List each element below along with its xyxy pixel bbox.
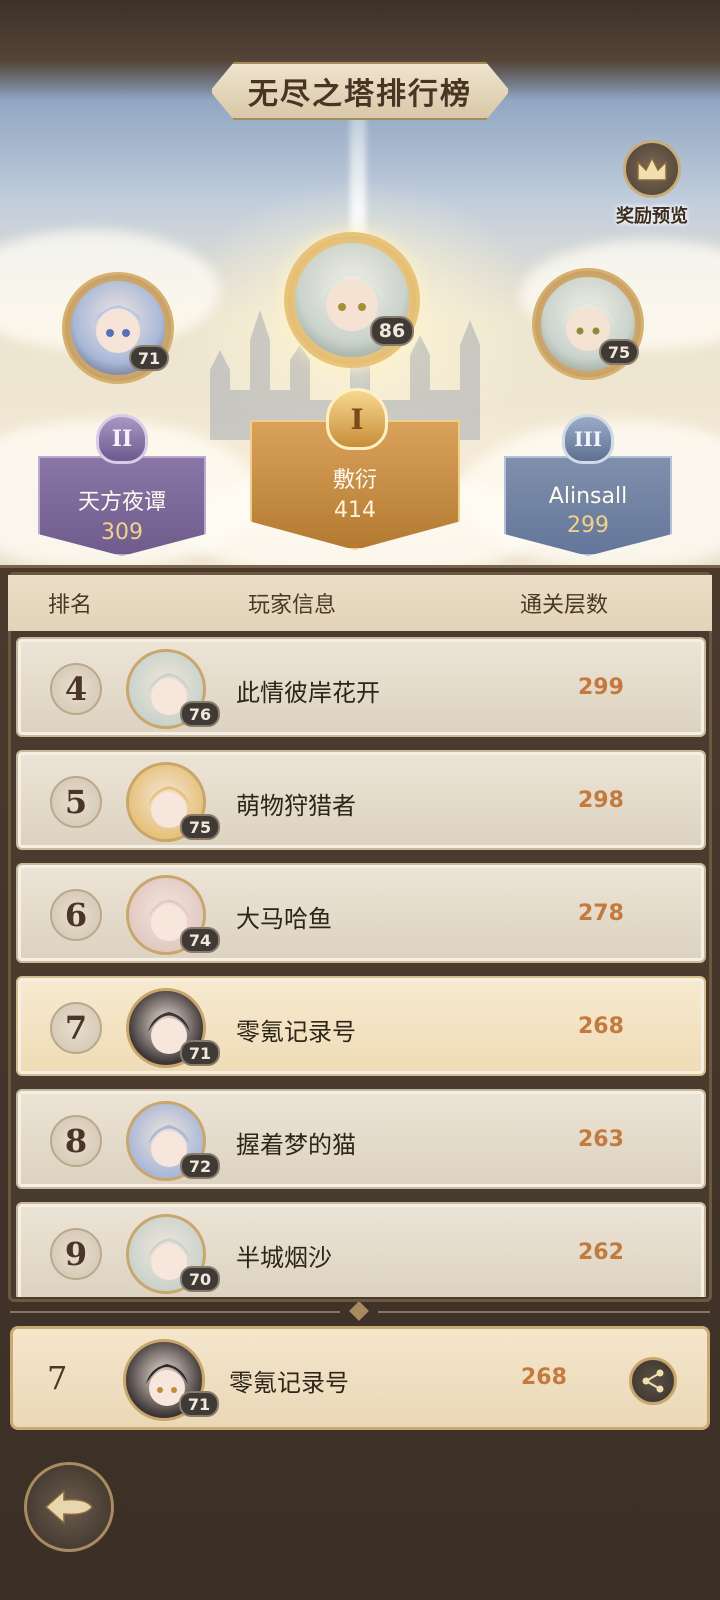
rank-medal: 6	[50, 889, 102, 941]
podium-level-1: 86	[370, 316, 414, 346]
back-button[interactable]	[24, 1462, 114, 1552]
share-button[interactable]	[629, 1357, 677, 1405]
podium-level-3: 75	[599, 339, 639, 365]
rank-emblem-1: I	[326, 388, 388, 450]
table-row[interactable]: 4 76 此情彼岸花开 299	[16, 637, 706, 737]
floor-count: 299	[578, 675, 624, 700]
player-name: 此情彼岸花开	[236, 679, 380, 707]
reward-preview-button[interactable]: 奖励预览	[610, 140, 694, 230]
podium-name-2: 天方夜谭	[77, 490, 166, 515]
section-divider	[10, 1302, 710, 1321]
reward-preview-label: 奖励预览	[616, 206, 688, 227]
rank-number: 7	[64, 1009, 88, 1047]
player-level: 75	[180, 814, 220, 840]
podium-name-3: Alinsall	[548, 484, 628, 509]
page-title: 无尽之塔排行榜	[248, 77, 472, 112]
share-icon	[642, 1369, 664, 1393]
my-level: 71	[179, 1391, 219, 1417]
rank-medal: 7	[50, 1002, 102, 1054]
rank-emblem-2: II	[96, 414, 148, 464]
table-row[interactable]: 5 75 萌物狩猎者 298	[16, 750, 706, 850]
player-level: 72	[180, 1153, 220, 1179]
podium-avatar-2[interactable]: 71	[62, 272, 174, 384]
podium-score-3: 299	[567, 513, 609, 538]
floor-count: 268	[578, 1014, 624, 1039]
floor-count: 262	[578, 1240, 624, 1265]
player-name: 半城烟沙	[236, 1244, 332, 1272]
header-floors: 通关层数	[520, 593, 609, 618]
my-rank-row: 7 71 零氪记录号 268	[10, 1326, 710, 1430]
player-level: 76	[180, 701, 220, 727]
rank-number: 9	[64, 1235, 88, 1273]
floor-count: 298	[578, 788, 624, 813]
rank-medal: 8	[50, 1115, 102, 1167]
ranking-list[interactable]: 4 76 此情彼岸花开 299 5 75 萌物狩猎者 298 6 74 大马哈鱼 278 7 71 零氪记录…	[8, 633, 712, 1297]
podium-avatar-1[interactable]: 86	[284, 232, 420, 368]
table-row[interactable]: 9 70 半城烟沙 262	[16, 1202, 706, 1297]
table-row[interactable]: 7 71 零氪记录号 268	[16, 976, 706, 1076]
podium-level-2: 71	[129, 345, 169, 371]
table-row[interactable]: 6 74 大马哈鱼 278	[16, 863, 706, 963]
crown-icon	[623, 140, 681, 198]
my-rank-number: 7	[47, 1359, 68, 1397]
podium-score-1: 414	[334, 498, 376, 523]
rank-medal: 4	[50, 663, 102, 715]
rank-number: 8	[64, 1122, 88, 1160]
rank-medal: 9	[50, 1228, 102, 1280]
podium-score-2: 309	[101, 520, 143, 545]
rank-emblem-3-label: III	[573, 427, 603, 451]
my-name: 零氪记录号	[229, 1369, 349, 1397]
rank-emblem-1-label: I	[350, 402, 364, 436]
floor-count: 263	[578, 1127, 624, 1152]
table-row[interactable]: 8 72 握着梦的猫 263	[16, 1089, 706, 1189]
header-player: 玩家信息	[248, 593, 337, 618]
player-level: 74	[180, 927, 220, 953]
rank-emblem-2-label: II	[111, 426, 133, 452]
rank-emblem-3: III	[562, 414, 614, 464]
back-arrow-icon	[44, 1489, 93, 1525]
table-header: 排名 玩家信息 通关层数	[8, 575, 712, 631]
podium-name-1: 敷衍	[332, 468, 377, 493]
title-plate: 无尽之塔排行榜	[210, 62, 510, 120]
header-rank: 排名	[48, 593, 93, 618]
rank-number: 5	[64, 783, 88, 821]
my-score: 268	[521, 1365, 567, 1390]
player-name: 萌物狩猎者	[236, 792, 356, 820]
rank-number: 6	[64, 896, 88, 934]
player-level: 71	[180, 1040, 220, 1066]
player-name: 零氪记录号	[236, 1018, 356, 1046]
podium-avatar-3[interactable]: 75	[532, 268, 644, 380]
rank-number: 4	[64, 670, 88, 708]
floor-count: 278	[578, 901, 624, 926]
player-level: 70	[180, 1266, 220, 1292]
player-name: 大马哈鱼	[236, 905, 332, 933]
rank-medal: 5	[50, 776, 102, 828]
player-name: 握着梦的猫	[236, 1131, 356, 1159]
